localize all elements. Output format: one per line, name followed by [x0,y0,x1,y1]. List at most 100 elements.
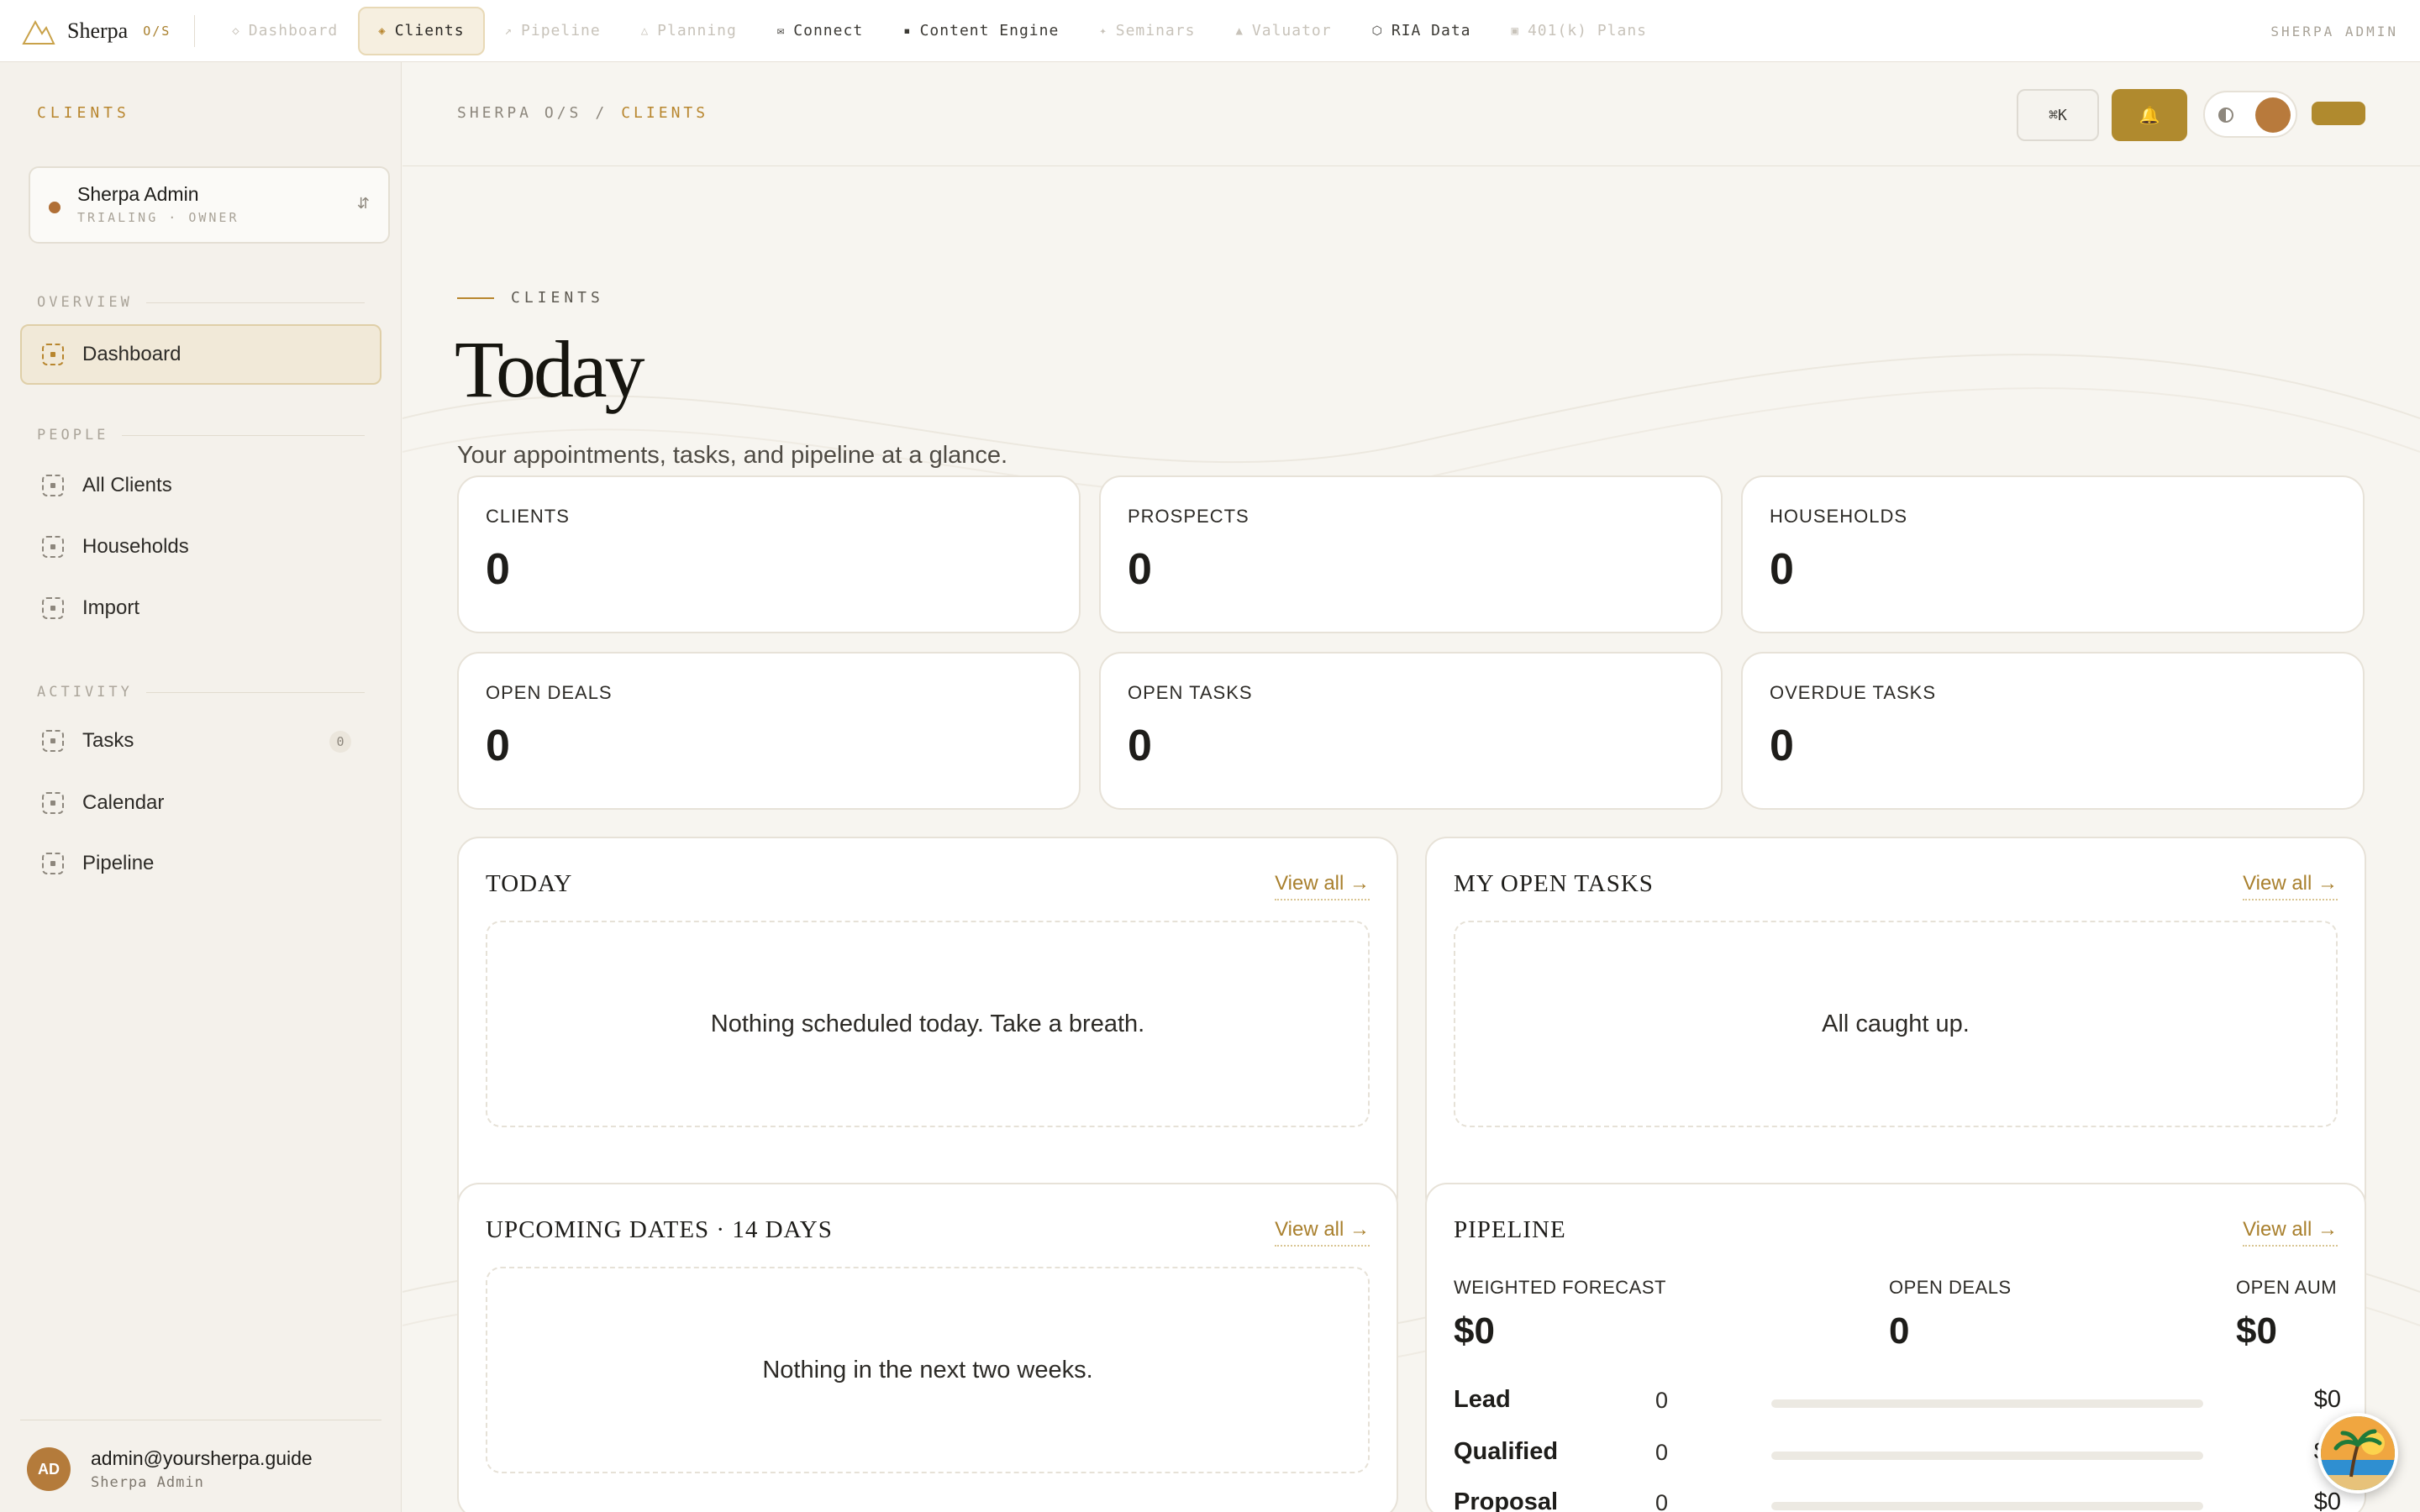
stage-progress-track [1771,1399,2203,1408]
sidebar-item-households[interactable]: Households [20,517,381,577]
pipeline-panel: PIPELINE View all → WEIGHTED FORECAST $0… [1425,1183,2366,1512]
account-footer[interactable]: AD admin@yoursherpa.guide Sherpa Admin [20,1420,381,1512]
page-header: SHERPA O/S / CLIENTS ⌘K 🔔 [402,62,2420,166]
sidebar-item-all-clients[interactable]: All Clients [20,455,381,516]
sparkle-icon: ✦ [1099,24,1107,38]
section-label: PEOPLE [37,427,109,444]
header-action-button[interactable] [2312,102,2365,125]
diamond-filled-icon: ◈ [378,24,387,38]
nav-clients[interactable]: ◈ Clients [358,6,485,55]
dashboard-icon [42,344,64,365]
panel-title: UPCOMING DATES · 14 DAYS [486,1216,833,1243]
nav-dashboard[interactable]: ◇ Dashboard [212,7,358,55]
diamond-icon: ◇ [232,24,240,38]
nav-label: 401(k) Plans [1527,22,1648,39]
org-switcher[interactable]: Sherpa Admin TRIALING · OWNER ⇵ [29,166,390,244]
nav-valuator[interactable]: ▲ Valuator [1215,7,1351,55]
nav-label: Pipeline [521,22,601,39]
stat-card-households[interactable]: HOUSEHOLDS 0 [1741,475,2365,633]
stat-card-clients[interactable]: CLIENTS 0 [457,475,1081,633]
users-icon [42,475,64,496]
brand-name: Sherpa [67,18,129,43]
stage-progress-track [1771,1452,2203,1460]
pipeline-stage-row[interactable]: Lead 0 $0 [1454,1384,2341,1418]
nav-label: Clients [394,22,465,39]
stat-label: OPEN DEALS [486,682,613,703]
breadcrumb-current: CLIENTS [621,104,709,122]
checklist-icon [42,730,64,752]
stat-value: 0 [486,722,510,770]
stat-value: 0 [1770,722,1794,770]
sidebar-item-label: All Clients [82,474,172,496]
notifications-button[interactable]: 🔔 [2112,89,2187,141]
stat-label: CLIENTS [486,506,570,527]
nav-pipeline[interactable]: ↗ Pipeline [485,7,621,55]
view-all-link[interactable]: View all → [2243,1218,2338,1247]
nav-planning[interactable]: △ Planning [621,7,757,55]
nav-401k-plans[interactable]: ▣ 401(k) Plans [1491,7,1667,55]
view-all-link[interactable]: View all → [1275,872,1370,900]
pipeline-stage-row[interactable]: Proposal 0 $0 [1454,1487,2341,1512]
breadcrumb: SHERPA O/S / CLIENTS [457,104,708,122]
stat-card-open-deals[interactable]: OPEN DEALS 0 [457,652,1081,810]
section-activity: ACTIVITY [37,682,365,702]
sidebar-item-label: Dashboard [82,343,182,365]
panel-title: PIPELINE [1454,1216,1566,1243]
command-palette-button[interactable]: ⌘K [2017,89,2099,141]
main-content: SHERPA O/S / CLIENTS ⌘K 🔔 CLIENTS Today … [402,62,2420,1512]
open-deals-label: OPEN DEALS [1889,1277,2012,1298]
nav-seminars[interactable]: ✦ Seminars [1079,7,1215,55]
section-label: ACTIVITY [37,684,133,701]
page-subtitle: Your appointments, tasks, and pipeline a… [457,442,1008,469]
bell-icon: 🔔 [2139,106,2160,125]
stat-card-prospects[interactable]: PROSPECTS 0 [1099,475,1723,633]
pipeline-stage-row[interactable]: Qualified 0 $0 [1454,1436,2341,1470]
nav-label: Connect [793,22,864,39]
sidebar-item-label: Import [82,596,140,619]
nav-connect[interactable]: ✉ Connect [757,7,883,55]
stat-label: OPEN TASKS [1128,682,1253,703]
view-all-link[interactable]: View all → [1275,1218,1370,1247]
sidebar: CLIENTS Sherpa Admin TRIALING · OWNER ⇵ … [0,62,402,1512]
assistant-launcher-button[interactable] [2317,1413,2398,1494]
empty-state: All caught up. [1454,921,2338,1127]
sidebar-item-calendar[interactable]: Calendar [20,773,381,833]
grid-square-icon: ▣ [1511,24,1519,38]
panel-title: MY OPEN TASKS [1454,870,1654,897]
stat-value: 0 [1770,545,1794,594]
sidebar-item-label: Tasks [82,729,134,752]
open-deals-value: 0 [1889,1310,1910,1352]
contrast-icon [2218,108,2233,123]
theme-toggle[interactable] [2203,91,2297,138]
account-name: Sherpa Admin [91,1474,204,1491]
stat-value: 0 [1128,545,1152,594]
triangle-icon: △ [640,24,650,38]
sidebar-item-pipeline[interactable]: Pipeline [20,833,381,894]
sidebar-item-dashboard[interactable]: Dashboard [20,324,381,385]
stat-value: 0 [1128,722,1152,770]
brand[interactable]: Sherpa O/S [0,0,171,62]
today-panel: TODAY View all → Nothing scheduled today… [457,837,1398,1218]
org-plan-role: TRIALING · OWNER [77,210,239,225]
square-icon: ▪ [903,24,912,38]
stat-card-overdue-tasks[interactable]: OVERDUE TASKS 0 [1741,652,2365,810]
stage-amount: $0 [2313,1488,2341,1512]
user-menu[interactable]: SHERPA ADMIN [2270,0,2398,62]
nav-ria-data[interactable]: ⬡ RIA Data [1352,7,1491,55]
breadcrumb-root[interactable]: SHERPA O/S [457,104,581,122]
stat-card-open-tasks[interactable]: OPEN TASKS 0 [1099,652,1723,810]
nav-label: Planning [657,22,737,39]
home-icon [42,536,64,558]
stat-label: PROSPECTS [1128,506,1249,527]
sidebar-item-label: Pipeline [82,852,155,874]
stage-name: Lead [1454,1386,1511,1413]
nav-content-engine[interactable]: ▪ Content Engine [883,7,1079,55]
sidebar-item-tasks[interactable]: Tasks 0 [20,711,381,771]
weighted-forecast-value: $0 [1454,1310,1495,1352]
pipeline-icon [42,853,64,874]
stat-label: HOUSEHOLDS [1770,506,1908,527]
sidebar-item-import[interactable]: Import [20,578,381,638]
view-all-link[interactable]: View all → [2243,872,2338,900]
breadcrumb-separator: / [595,104,608,122]
sidebar-title: CLIENTS [37,104,130,122]
